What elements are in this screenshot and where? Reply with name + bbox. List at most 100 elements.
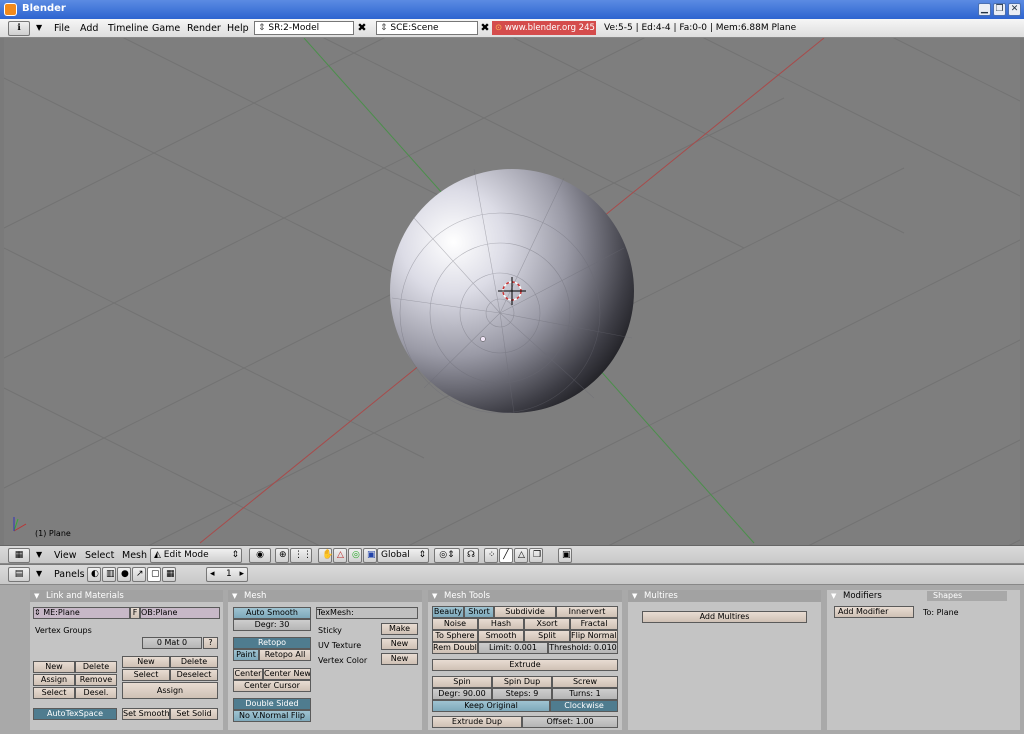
panel-title[interactable]: Link and Materials <box>30 590 223 602</box>
vgroup-assign-button[interactable]: Assign <box>33 674 75 686</box>
3d-viewport[interactable]: (1) Plane <box>4 38 1020 545</box>
scene-context-icon[interactable]: ▦ <box>162 567 176 582</box>
screw-button[interactable]: Screw <box>552 676 618 688</box>
object-name-field[interactable]: OB:Plane <box>140 607 220 619</box>
fake-user-button[interactable]: F <box>130 607 140 619</box>
material-browse-button[interactable]: ? <box>203 637 218 649</box>
face-select-icon[interactable]: △ <box>514 548 528 563</box>
editor-type-grid-icon[interactable]: ▦ <box>8 548 30 563</box>
vgroup-deselect-button[interactable]: Desel. <box>75 687 117 699</box>
sticky-make-button[interactable]: Make <box>381 623 418 635</box>
center-cursor-button[interactable]: Center Cursor <box>233 680 311 692</box>
limit-field[interactable]: Limit: 0.001 <box>478 642 548 654</box>
scale-widget-icon[interactable]: ▣ <box>363 548 377 563</box>
draw-type-icon[interactable]: ◉ <box>249 548 271 563</box>
rotate-widget-icon[interactable]: ◎ <box>348 548 362 563</box>
set-smooth-button[interactable]: Set Smooth <box>122 708 170 720</box>
panel-title[interactable]: Multires <box>628 590 821 602</box>
frame-counter[interactable]: ◂ 1 ▸ <box>206 567 248 582</box>
spin-button[interactable]: Spin <box>432 676 492 688</box>
menu-game[interactable]: Game <box>152 23 180 34</box>
keep-original-toggle[interactable]: Keep Original <box>432 700 550 712</box>
menu-select[interactable]: Select <box>85 550 114 561</box>
double-sided-toggle[interactable]: Double Sided <box>233 698 311 710</box>
translate-widget-icon[interactable]: △ <box>333 548 347 563</box>
extrude-offset-field[interactable]: Offset: 1.00 <box>522 716 618 728</box>
vertex-color-new-button[interactable]: New <box>381 653 418 665</box>
material-deselect-button[interactable]: Deselect <box>170 669 218 681</box>
editing-context-icon[interactable]: ▢ <box>147 567 161 582</box>
maximize-icon[interactable]: ❐ <box>993 3 1006 16</box>
extrude-dup-button[interactable]: Extrude Dup <box>432 716 522 728</box>
collapse-menu-icon[interactable]: ▼ <box>36 550 42 559</box>
screen-field[interactable]: ⇕ SR:2-Model <box>254 21 354 35</box>
auto-smooth-toggle[interactable]: Auto Smooth <box>233 607 311 619</box>
to-sphere-button[interactable]: To Sphere <box>432 630 478 642</box>
vgroup-remove-button[interactable]: Remove <box>75 674 117 686</box>
menu-help[interactable]: Help <box>227 23 249 34</box>
vgroup-select-button[interactable]: Select <box>33 687 75 699</box>
material-new-button[interactable]: New <box>122 656 170 668</box>
menu-file[interactable]: File <box>54 23 70 34</box>
blender-website-link[interactable]: ⊙ www.blender.org 245 <box>492 21 596 35</box>
mode-selector[interactable]: ◭ Edit Mode ⇕ <box>150 548 242 563</box>
retopo-paint-toggle[interactable]: Paint <box>233 649 259 661</box>
logic-context-icon[interactable]: ◐ <box>87 567 101 582</box>
vgroup-new-button[interactable]: New <box>33 661 75 673</box>
panel-title[interactable]: Mesh <box>228 590 422 602</box>
shading-context-icon[interactable]: ● <box>117 567 131 582</box>
scene-field[interactable]: ⇕ SCE:Scene <box>376 21 478 35</box>
layers-icon[interactable]: ⋮⋮ <box>290 548 312 563</box>
no-vnormal-flip-toggle[interactable]: No V.Normal Flip <box>233 710 311 722</box>
short-toggle[interactable]: Short <box>464 606 494 618</box>
retopo-all-button[interactable]: Retopo All <box>259 649 311 661</box>
autosmooth-degree-field[interactable]: Degr: 30 <box>233 619 311 631</box>
spin-steps-field[interactable]: Steps: 9 <box>492 688 552 700</box>
uv-texture-new-button[interactable]: New <box>381 638 418 650</box>
material-assign-button[interactable]: Assign <box>122 682 218 699</box>
tab-shapes[interactable]: Shapes <box>927 591 1007 601</box>
material-delete-button[interactable]: Delete <box>170 656 218 668</box>
close-icon[interactable]: ✕ <box>1008 3 1021 16</box>
center-button[interactable]: Center <box>233 668 263 680</box>
orientation-selector[interactable]: Global ⇕ <box>377 548 429 563</box>
screw-turns-field[interactable]: Turns: 1 <box>552 688 618 700</box>
object-context-icon[interactable]: ↗ <box>132 567 146 582</box>
add-multires-button[interactable]: Add Multires <box>642 611 807 623</box>
beauty-toggle[interactable]: Beauty <box>432 606 464 618</box>
noise-button[interactable]: Noise <box>432 618 478 630</box>
vgroup-delete-button[interactable]: Delete <box>75 661 117 673</box>
material-select-button[interactable]: Select <box>122 669 170 681</box>
add-modifier-button[interactable]: Add Modifier <box>834 606 914 618</box>
minimize-icon[interactable]: ▁ <box>978 3 991 16</box>
clockwise-toggle[interactable]: Clockwise <box>550 700 618 712</box>
set-solid-button[interactable]: Set Solid <box>170 708 218 720</box>
spin-dup-button[interactable]: Spin Dup <box>492 676 552 688</box>
render-preview-icon[interactable]: ▣ <box>558 548 572 563</box>
subdivide-button[interactable]: Subdivide <box>494 606 556 618</box>
proportional-edit-icon[interactable]: ◎⇕ <box>434 548 460 563</box>
pivot-icon[interactable]: ⊕ <box>275 548 289 563</box>
extrude-button[interactable]: Extrude <box>432 659 618 671</box>
menu-timeline[interactable]: Timeline <box>108 23 148 34</box>
edge-select-icon[interactable]: ╱ <box>499 548 513 563</box>
occlude-geometry-icon[interactable]: ❒ <box>529 548 543 563</box>
rem-double-button[interactable]: Rem Double <box>432 642 478 654</box>
manipulator-hand-icon[interactable]: ✋ <box>318 548 333 563</box>
smooth-button[interactable]: Smooth <box>478 630 524 642</box>
flip-normals-button[interactable]: Flip Normals <box>570 630 618 642</box>
menu-render[interactable]: Render <box>187 23 221 34</box>
editor-type-buttons-icon[interactable]: ▤ <box>8 567 30 582</box>
xsort-button[interactable]: Xsort <box>524 618 570 630</box>
menu-add[interactable]: Add <box>80 23 98 34</box>
spin-degree-field[interactable]: Degr: 90.00 <box>432 688 492 700</box>
material-index-counter[interactable]: 0 Mat 0 <box>142 637 202 649</box>
script-context-icon[interactable]: ▥ <box>102 567 116 582</box>
snap-icon[interactable]: ☊ <box>463 548 479 563</box>
autotexspace-toggle[interactable]: AutoTexSpace <box>33 708 117 720</box>
retopo-toggle[interactable]: Retopo <box>233 637 311 649</box>
threshold-field[interactable]: Threshold: 0.010 <box>548 642 618 654</box>
info-window-type-icon[interactable]: ℹ <box>8 21 30 36</box>
hash-button[interactable]: Hash <box>478 618 524 630</box>
panels-menu[interactable]: Panels <box>54 569 85 580</box>
